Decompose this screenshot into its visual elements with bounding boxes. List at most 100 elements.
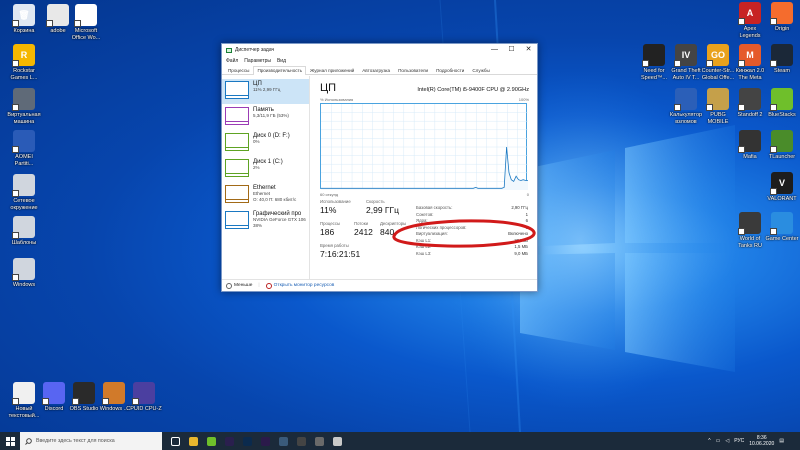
shortcut-arrow-icon (12, 146, 19, 153)
taskbar-app-button[interactable] (202, 432, 220, 450)
taskbar-app-button[interactable] (220, 432, 238, 450)
task-manager-window: Диспетчер задач — ☐ ✕ Файл Параметры Вид… (221, 43, 538, 292)
open-resource-monitor-label: Открыть монитор ресурсов (273, 283, 335, 288)
desktop-icon[interactable]: Steam (762, 44, 800, 75)
open-resource-monitor-link[interactable]: Открыть монитор ресурсов (265, 282, 335, 289)
shortcut-arrow-icon (102, 398, 109, 405)
desktop-icon-label: AOMEI Partiti... (14, 154, 34, 167)
close-button[interactable]: ✕ (520, 44, 537, 56)
task-view-icon (170, 436, 180, 446)
app-icon: V (770, 172, 793, 195)
menu-options[interactable]: Параметры (244, 58, 271, 64)
desktop-icon[interactable]: Windows (4, 258, 44, 289)
network-icon[interactable]: ▭ (716, 438, 721, 444)
red-annotation-ellipse (392, 219, 536, 248)
app-icon (102, 382, 125, 405)
desktop-icon-label: Microsoft Office Wo... (71, 28, 101, 41)
task-manager-icon (332, 436, 342, 446)
desktop-icon[interactable]: Microsoft Office Wo... (66, 4, 106, 41)
desktop-icon[interactable]: Сетевое окружение (4, 174, 44, 211)
graph-span-label: 60 секунд (320, 192, 339, 197)
volume-icon[interactable]: ◁ (725, 438, 729, 444)
menu-file[interactable]: Файл (226, 58, 238, 64)
shortcut-arrow-icon (738, 104, 745, 111)
desktop-icon[interactable]: Шаблоны (4, 216, 44, 247)
fewer-details-button[interactable]: Меньше (226, 282, 252, 289)
tray-chevron-icon[interactable]: ^ (708, 438, 710, 444)
taskbar-app-button[interactable] (166, 432, 184, 450)
desktop-icon[interactable]: TLauncher (762, 130, 800, 161)
taskbar-app-button[interactable] (292, 432, 310, 450)
tab-performance[interactable]: Производительность (253, 66, 307, 75)
resource-thumbnail (225, 133, 249, 151)
desktop-icon-label: Виртуальная машина (7, 112, 41, 125)
taskbar-search-box[interactable]: Введите здесь текст для поиска (20, 432, 162, 450)
language-indicator[interactable]: РУС (734, 438, 744, 444)
tab-startup[interactable]: Автозагрузка (358, 66, 394, 74)
shortcut-arrow-icon (738, 18, 745, 25)
resource-item[interactable]: Диск 1 (C:) 2% (222, 157, 309, 182)
search-placeholder: Введите здесь текст для поиска (36, 438, 115, 444)
tab-app-history[interactable]: Журнал приложений (306, 66, 358, 74)
taskbar-app-button[interactable] (256, 432, 274, 450)
desktop-icon[interactable]: V VALORANT (762, 172, 800, 203)
title-bar[interactable]: Диспетчер задач — ☐ ✕ (222, 44, 537, 56)
app-icon (770, 130, 793, 153)
app-icon: R (12, 44, 35, 67)
window-title: Диспетчер задач (235, 47, 275, 53)
taskbar-app-button[interactable] (184, 432, 202, 450)
resource-item[interactable]: ЦП 11% 2,99 ГГц (222, 79, 309, 104)
shortcut-arrow-icon (12, 104, 19, 111)
desktop-icon[interactable]: Origin (762, 2, 800, 33)
desktop-icon[interactable]: CPUID CPU-Z (124, 382, 164, 413)
resource-detail: 11% 2,99 ГГц (253, 87, 281, 92)
resource-detail: 38% (253, 223, 263, 228)
tab-details[interactable]: Подробности (432, 66, 468, 74)
shortcut-arrow-icon (770, 104, 777, 111)
desktop-icon[interactable]: BlueStacks (762, 88, 800, 119)
desktop-icon[interactable]: Game Center (762, 212, 800, 243)
taskbar-app-button[interactable] (328, 432, 346, 450)
clock[interactable]: 8:36 10.06.2020 (749, 435, 774, 447)
processes-value: 186 (320, 227, 335, 237)
app-icon (12, 216, 35, 239)
photoshop-icon (242, 436, 252, 446)
resource-item[interactable]: Ethernet Ethernet О: 40,0 П: 680 кбит/с (222, 183, 309, 208)
taskbar-app-button[interactable] (238, 432, 256, 450)
resource-item[interactable]: Память 5,3/11,9 ГБ (53%) (222, 105, 309, 130)
tab-processes[interactable]: Процессы (224, 66, 253, 74)
graph-label: % Использования (320, 97, 354, 102)
app-icon (42, 382, 65, 405)
desktop-icon-label: Game Center (765, 236, 799, 242)
after-effects-icon (260, 436, 270, 446)
panel-heading: ЦП (320, 82, 337, 94)
desktop-icon-label: Origin (774, 26, 790, 32)
resource-item[interactable]: Графический про NVIDIA GeForce GTX 106 38% (222, 209, 309, 234)
tab-users[interactable]: Пользователи (394, 66, 432, 74)
start-button[interactable] (0, 432, 20, 450)
shortcut-arrow-icon (770, 60, 777, 67)
shortcut-arrow-icon (42, 398, 49, 405)
resource-item[interactable]: Диск 0 (D: F:) 0% (222, 131, 309, 156)
taskbar-app-button[interactable] (274, 432, 292, 450)
shortcut-arrow-icon (12, 274, 19, 281)
steam-icon (278, 436, 288, 446)
premiere-icon (224, 436, 234, 446)
shortcut-arrow-icon (706, 104, 713, 111)
cpu-usage-graph (320, 103, 528, 190)
app-icon: IV (674, 44, 697, 67)
maximize-button[interactable]: ☐ (503, 44, 520, 56)
desktop-icon[interactable]: Виртуальная машина (4, 88, 44, 125)
desktop-icon[interactable]: R Rockstar Games L... (4, 44, 44, 81)
desktop-icon-label: VALORANT (767, 196, 797, 202)
taskbar-app-button[interactable] (310, 432, 328, 450)
desktop-icon[interactable]: AOMEI Partiti... (4, 130, 44, 167)
tab-services[interactable]: Службы (468, 66, 493, 74)
minimize-button[interactable]: — (486, 44, 503, 56)
app-icon (738, 212, 761, 235)
notifications-icon[interactable]: ▤ (779, 438, 784, 444)
menu-view[interactable]: Вид (277, 58, 286, 64)
footer-bar: Меньше | Открыть монитор ресурсов (222, 279, 537, 291)
desktop-icon-label: Windows (12, 282, 36, 288)
shortcut-arrow-icon (770, 18, 777, 25)
